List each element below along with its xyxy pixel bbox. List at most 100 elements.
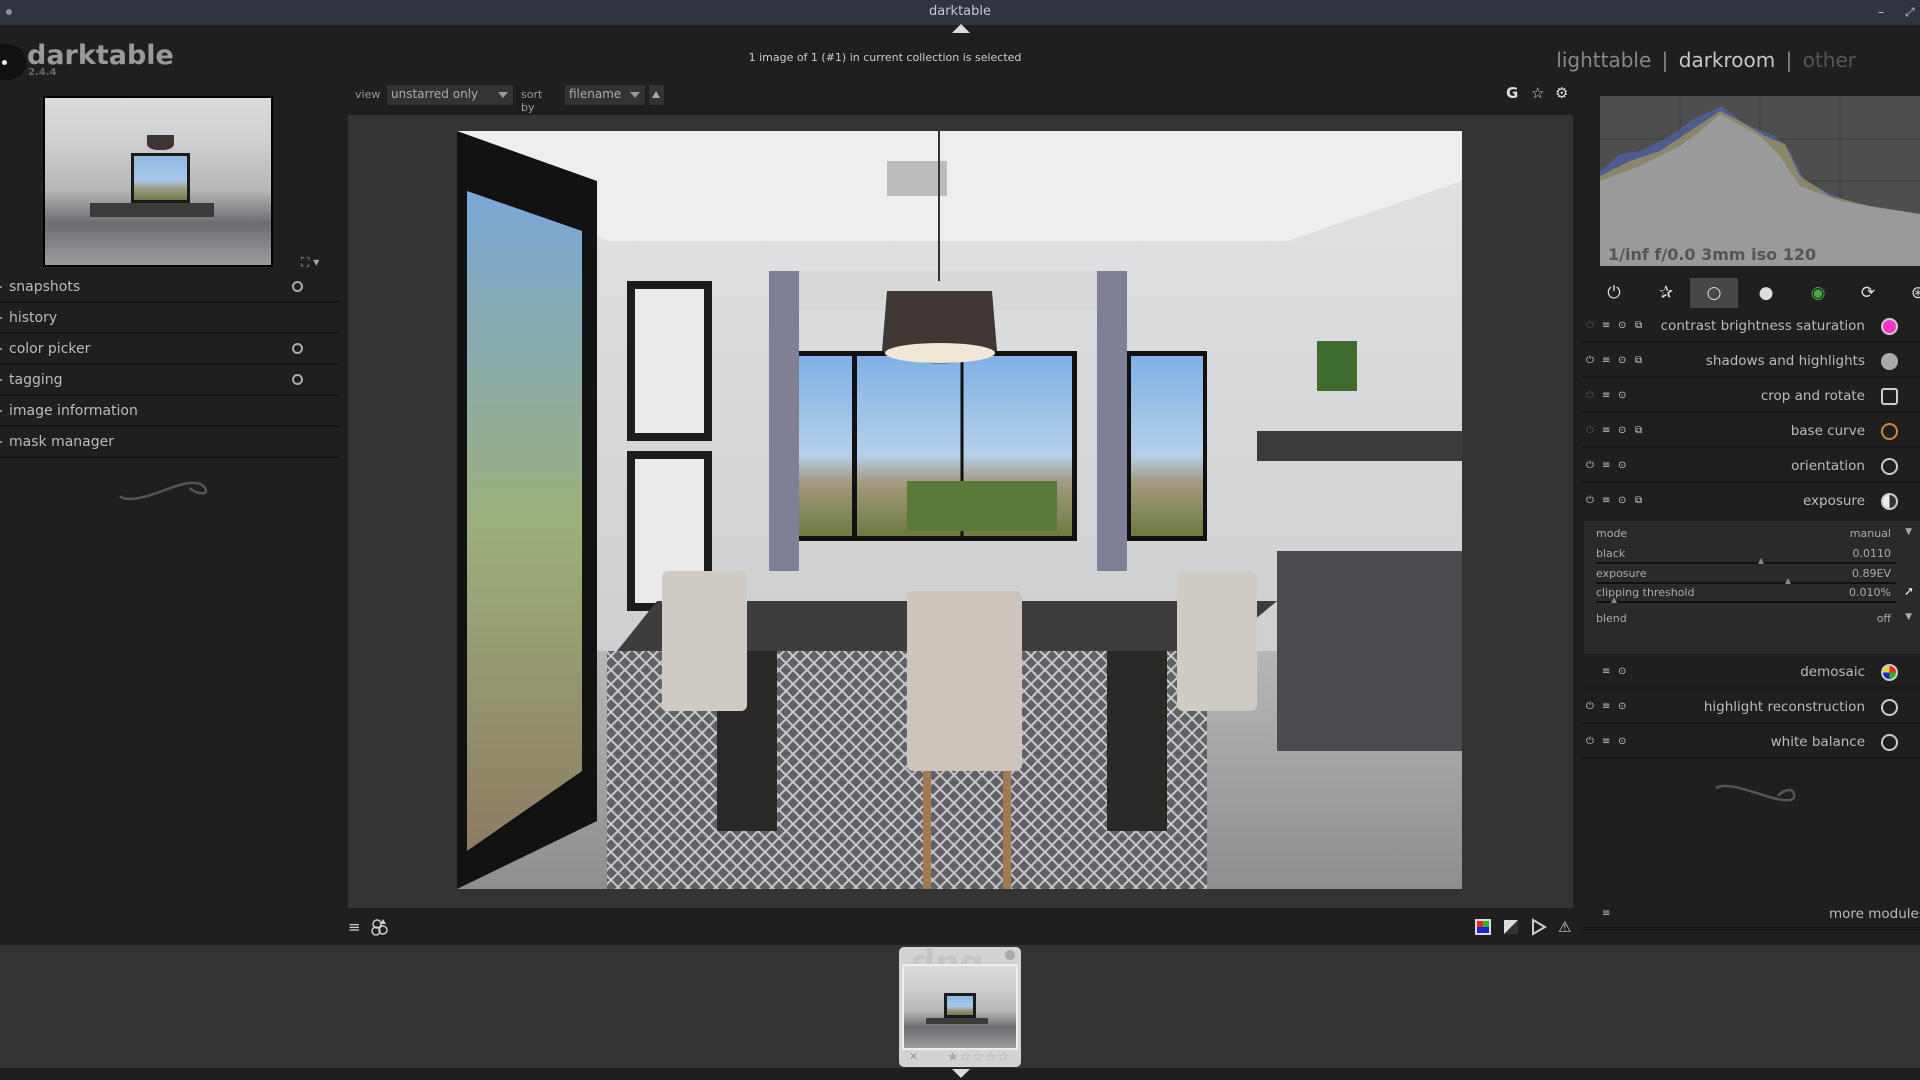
module-base-curve[interactable]: ⏻ ≡ ⊙ ⧉ base curve	[1582, 415, 1920, 448]
presets-icon[interactable]: ≡	[1602, 495, 1610, 506]
module-tagging[interactable]: tagging	[0, 365, 338, 396]
presets-icon[interactable]: ≡	[1602, 666, 1610, 677]
histogram[interactable]: 1/inf f/0.0 3mm iso 120	[1600, 96, 1920, 266]
reset-icon[interactable]	[292, 281, 303, 292]
reset-icon[interactable]: ⊙	[1618, 666, 1626, 677]
module-exposure[interactable]: ⏻ ≡ ⊙ ⧉ exposure	[1582, 485, 1920, 518]
collapse-bottom-panel-arrow[interactable]	[952, 1069, 970, 1078]
view-darkroom[interactable]: darkroom	[1679, 48, 1776, 72]
view-other[interactable]: other	[1803, 48, 1856, 72]
module-mask-manager[interactable]: mask manager	[0, 427, 338, 458]
demosaic-icon	[1881, 664, 1898, 681]
presets-icon[interactable]: ≡	[1602, 320, 1610, 331]
reset-icon[interactable]: ⊙	[1618, 460, 1626, 471]
softproof-icon[interactable]	[1502, 918, 1520, 936]
multi-instance-icon[interactable]: ⧉	[1635, 495, 1642, 506]
module-white-balance[interactable]: ⏻ ≡ ⊙ white balance	[1582, 726, 1920, 759]
view-lighttable[interactable]: lighttable	[1556, 48, 1651, 72]
power-icon[interactable]: ⏻	[1586, 425, 1594, 436]
clipping-threshold-slider[interactable]	[1596, 597, 1896, 603]
presets-icon[interactable]: ≡	[1602, 425, 1610, 436]
reset-icon[interactable]	[292, 343, 303, 354]
minimize-button[interactable]: –	[1878, 0, 1884, 24]
presets-icon[interactable]: ≡	[1602, 460, 1610, 471]
sort-ascending-icon	[652, 91, 660, 98]
maximize-button[interactable]: ⤢	[1905, 0, 1915, 24]
group-basic-icon[interactable]: ○	[1690, 278, 1738, 308]
presets-icon[interactable]: ≡	[1602, 908, 1610, 919]
group-active-modules-icon[interactable]: ⏻	[1590, 278, 1638, 308]
main-image[interactable]	[457, 131, 1462, 889]
mode-combobox[interactable]: mode manual ▼	[1596, 527, 1912, 540]
blend-combobox[interactable]: blend off ▼	[1596, 612, 1912, 625]
window-menu-icon[interactable]	[6, 9, 12, 15]
power-icon[interactable]: ⏻	[1586, 701, 1594, 712]
quick-presets-icon[interactable]: ≡	[348, 918, 366, 936]
view-filter-dropdown[interactable]: unstarred only	[387, 85, 513, 105]
star-overlay-icon[interactable]: ☆	[1531, 84, 1544, 102]
module-crop-and-rotate[interactable]: ⏻ ≡ ⊙ crop and rotate	[1582, 380, 1920, 413]
preferences-gear-icon[interactable]: ⚙	[1555, 84, 1568, 102]
quick-styles-icon[interactable]	[371, 918, 389, 936]
group-favorites-icon[interactable]: ✰	[1642, 278, 1690, 308]
overexposure-warning-icon[interactable]: ⚠	[1558, 918, 1576, 936]
module-image-information[interactable]: image information	[0, 396, 338, 427]
reset-icon[interactable]: ⊙	[1618, 736, 1626, 747]
multi-instance-icon[interactable]: ⧉	[1635, 425, 1642, 436]
reject-icon[interactable]: ✕	[909, 1050, 918, 1063]
presets-icon[interactable]: ≡	[1602, 390, 1610, 401]
reset-icon[interactable]: ⊙	[1618, 355, 1626, 366]
star-rating[interactable]: ★☆☆☆☆	[947, 1050, 1010, 1065]
group-tone-icon[interactable]: ●	[1742, 278, 1790, 308]
reset-icon[interactable]: ⊙	[1618, 320, 1626, 331]
power-icon[interactable]: ⏻	[1586, 495, 1594, 506]
collapse-top-panel-arrow[interactable]	[952, 24, 970, 33]
multi-instance-icon[interactable]: ⧉	[1635, 320, 1642, 331]
color-assessment-icon[interactable]	[1474, 918, 1492, 936]
group-correct-icon[interactable]: ⟳	[1844, 278, 1892, 308]
reset-icon[interactable]: ⊙	[1618, 425, 1626, 436]
presets-icon[interactable]: ≡	[1602, 701, 1610, 712]
module-shadows-and-highlights[interactable]: ⏻ ≡ ⊙ ⧉ shadows and highlights	[1582, 345, 1920, 378]
power-icon[interactable]: ⏻	[1586, 355, 1594, 366]
canvas-bottom-toolbar: ≡ ⚠	[348, 910, 1573, 944]
module-orientation[interactable]: ⏻ ≡ ⊙ orientation	[1582, 450, 1920, 483]
exposure-slider[interactable]	[1596, 578, 1896, 584]
slider-handle[interactable]	[1758, 558, 1764, 564]
sort-direction-button[interactable]	[649, 85, 664, 105]
module-color-picker[interactable]: color picker	[0, 334, 338, 365]
title-bar: darktable – ⤢	[0, 0, 1920, 25]
crop-icon	[1881, 388, 1898, 405]
more-modules[interactable]: ≡ more modules	[1582, 900, 1920, 930]
presets-icon[interactable]: ≡	[1602, 355, 1610, 366]
module-history[interactable]: history	[0, 303, 338, 334]
power-icon[interactable]: ⏻	[1586, 390, 1594, 401]
grouping-icon[interactable]: G	[1506, 84, 1518, 102]
zoom-expand-icon[interactable]: ⛶ ▾	[301, 255, 319, 270]
filmstrip-thumbnail[interactable]: dng ✕ ★☆☆☆☆	[899, 943, 1021, 1067]
module-demosaic[interactable]: ≡ ⊙ demosaic	[1582, 656, 1920, 689]
group-color-icon[interactable]: ◉	[1794, 278, 1842, 308]
darktable-logo-icon	[0, 44, 26, 80]
slider-handle[interactable]	[1785, 578, 1791, 584]
reset-icon[interactable]: ⊙	[1618, 390, 1626, 401]
gamut-check-icon[interactable]	[1530, 918, 1548, 936]
group-effect-icon[interactable]: ⊛	[1894, 278, 1920, 308]
reset-icon[interactable]: ⊙	[1618, 495, 1626, 506]
slider-handle[interactable]	[1611, 597, 1617, 603]
power-icon[interactable]: ⏻	[1586, 736, 1594, 747]
navigation-thumbnail[interactable]	[43, 96, 273, 267]
black-level-slider[interactable]	[1596, 558, 1896, 564]
module-highlight-reconstruction[interactable]: ⏻ ≡ ⊙ highlight reconstruction	[1582, 691, 1920, 724]
power-icon[interactable]: ⏻	[1586, 460, 1594, 471]
module-snapshots[interactable]: snapshots	[0, 272, 338, 303]
power-icon[interactable]: ⏻	[1586, 320, 1594, 331]
reset-icon[interactable]: ⊙	[1618, 701, 1626, 712]
color-picker-icon[interactable]: ➚	[1904, 584, 1914, 598]
module-contrast-brightness-saturation[interactable]: ⏻ ≡ ⊙ ⧉ contrast brightness saturation	[1582, 310, 1920, 343]
presets-icon[interactable]: ≡	[1602, 736, 1610, 747]
exposure-module-panel: mode manual ▼ black 0.0110 exposure 0.89EV c…	[1584, 521, 1920, 654]
multi-instance-icon[interactable]: ⧉	[1635, 355, 1642, 366]
reset-icon[interactable]	[292, 374, 303, 385]
sort-dropdown[interactable]: filename	[565, 85, 645, 105]
